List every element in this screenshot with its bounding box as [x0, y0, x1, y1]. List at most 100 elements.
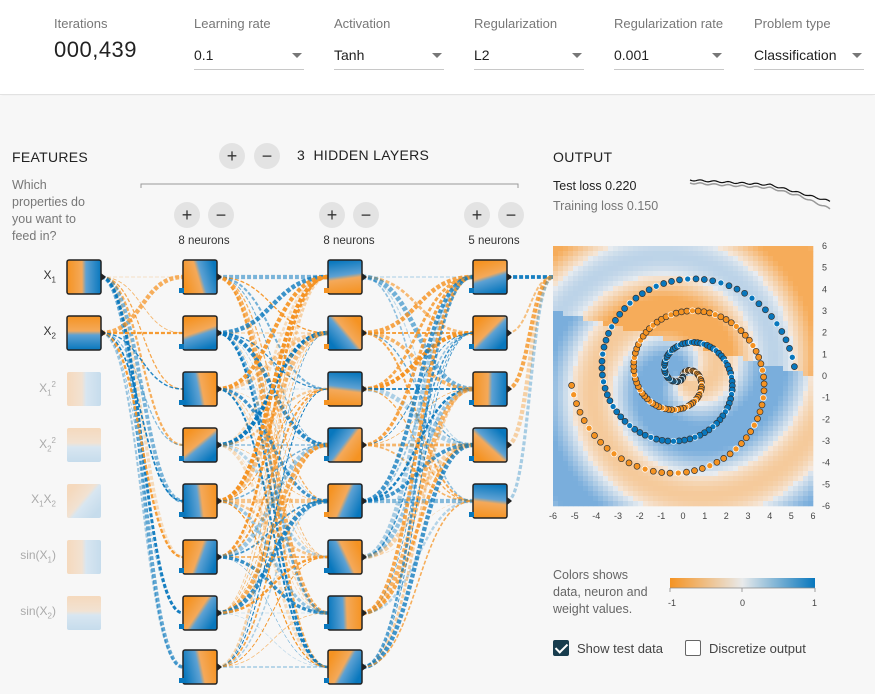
output-heatmap-cell: [753, 456, 759, 462]
output-heatmap-cell: [643, 266, 649, 272]
output-heatmap-cell: [673, 286, 679, 292]
output-heatmap-cell: [688, 246, 694, 252]
output-heatmap-cell: [643, 461, 649, 467]
output-heatmap-cell: [678, 286, 684, 292]
output-heatmap-cell: [568, 296, 574, 302]
layer-3-neurons-label: 5 neurons: [468, 235, 520, 247]
data-point-blue: [788, 353, 796, 361]
add-neuron-button-layer-3[interactable]: +: [464, 202, 490, 228]
output-heatmap-cell: [568, 311, 574, 317]
legend-max-label: 1: [812, 598, 818, 608]
output-heatmap-cell: [563, 321, 569, 327]
output-heatmap-cell: [798, 431, 804, 437]
output-heatmap-cell: [733, 281, 739, 287]
remove-neuron-button-layer-1[interactable]: −: [208, 202, 234, 228]
color-legend: [669, 578, 816, 592]
discretize-output-checkbox[interactable]: [685, 640, 701, 656]
output-heatmap-cell: [663, 251, 669, 257]
output-heatmap-cell: [773, 396, 779, 402]
output-heatmap-cell: [793, 311, 799, 317]
output-heatmap-cell: [753, 386, 759, 392]
output-heatmap-cell: [693, 331, 699, 337]
output-heatmap-cell: [778, 451, 784, 457]
output-heatmap-cell: [738, 461, 744, 467]
add-neuron-button-layer-2[interactable]: +: [319, 202, 345, 228]
output-heatmap-cell: [808, 311, 814, 317]
regularization-rate-select[interactable]: 0.001: [614, 42, 724, 70]
data-point-orange: [618, 455, 625, 463]
output-heatmap-cell: [803, 321, 809, 327]
add-neuron-button-layer-1[interactable]: +: [174, 202, 200, 228]
output-heatmap-cell: [658, 491, 664, 497]
chevron-down-icon: [712, 53, 722, 58]
output-heatmap-cell: [748, 451, 754, 457]
output-heatmap-cell: [598, 471, 604, 477]
node-thumbnail: [66, 315, 102, 351]
output-heatmap-cell: [738, 501, 744, 507]
output-heatmap-cell: [733, 426, 739, 432]
output-heatmap-cell: [748, 331, 754, 337]
output-heatmap-cell: [593, 306, 599, 312]
output-heatmap-cell: [773, 356, 779, 362]
output-heatmap-cell: [568, 456, 574, 462]
output-heatmap-cell: [573, 266, 579, 272]
output-heatmap-cell: [788, 501, 794, 507]
output-heatmap-cell: [608, 436, 614, 442]
activation-select[interactable]: Tanh: [334, 42, 444, 70]
output-heatmap-cell: [703, 371, 709, 377]
output-heatmap-cell: [793, 391, 799, 397]
add-layer-button[interactable]: +: [219, 143, 245, 169]
output-heatmap-cell: [568, 501, 574, 507]
output-heatmap-cell: [698, 321, 704, 327]
output-heatmap-cell: [623, 406, 629, 412]
problem-type-select[interactable]: Classification: [754, 42, 864, 70]
output-heatmap-cell: [778, 266, 784, 272]
output-heatmap-cell: [553, 266, 559, 272]
output-heatmap-cell: [573, 426, 579, 432]
output-heatmap-cell: [778, 386, 784, 392]
output-heatmap-cell: [678, 426, 684, 432]
output-heatmap-cell: [633, 491, 639, 497]
output-heatmap-cell: [743, 261, 749, 267]
output-heatmap-cell: [563, 486, 569, 492]
output-heatmap-cell: [673, 356, 679, 362]
remove-layer-button[interactable]: −: [254, 143, 280, 169]
output-heatmap-cell: [583, 336, 589, 342]
discretize-output-toggle[interactable]: Discretize output: [685, 640, 806, 656]
output-heatmap-cell: [558, 476, 564, 482]
output-heatmap-cell: [693, 501, 699, 507]
output-heatmap-cell: [683, 361, 689, 367]
remove-neuron-button-layer-3[interactable]: −: [498, 202, 524, 228]
output-heatmap-cell: [578, 291, 584, 297]
output-heatmap-cell: [798, 296, 804, 302]
output-heatmap-cell: [663, 501, 669, 507]
output-heatmap-cell: [688, 481, 694, 487]
output-heatmap-cell: [563, 406, 569, 412]
output-heatmap-cell: [778, 301, 784, 307]
output-heatmap-cell: [708, 261, 714, 267]
output-heatmap-cell: [673, 401, 679, 407]
regularization-select[interactable]: L2: [474, 42, 584, 70]
output-heatmap-cell: [668, 246, 674, 252]
data-point-orange: [749, 342, 757, 349]
y-axis-tick-label: -3: [822, 436, 830, 446]
learning-rate-select[interactable]: 0.1: [194, 42, 304, 70]
show-test-data-toggle[interactable]: Show test data: [553, 640, 663, 656]
output-heatmap-cell: [738, 496, 744, 502]
output-heatmap-cell: [558, 286, 564, 292]
output-heatmap-cell: [778, 436, 784, 442]
output-heatmap-cell: [563, 476, 569, 482]
output-heatmap-cell: [798, 286, 804, 292]
remove-neuron-button-layer-2[interactable]: −: [353, 202, 379, 228]
output-heatmap-cell: [623, 246, 629, 252]
output-heatmap-cell: [788, 256, 794, 262]
output-heatmap-cell: [768, 456, 774, 462]
output-heatmap-cell: [783, 276, 789, 282]
output-heatmap-cell: [733, 356, 739, 362]
output-heatmap-cell: [673, 316, 679, 322]
neuron-output-arrow: [507, 273, 512, 281]
show-test-data-checkbox[interactable]: [553, 640, 569, 656]
output-heatmap-cell: [563, 376, 569, 382]
output-heatmap-cell: [798, 491, 804, 497]
output-heatmap-cell: [658, 451, 664, 457]
